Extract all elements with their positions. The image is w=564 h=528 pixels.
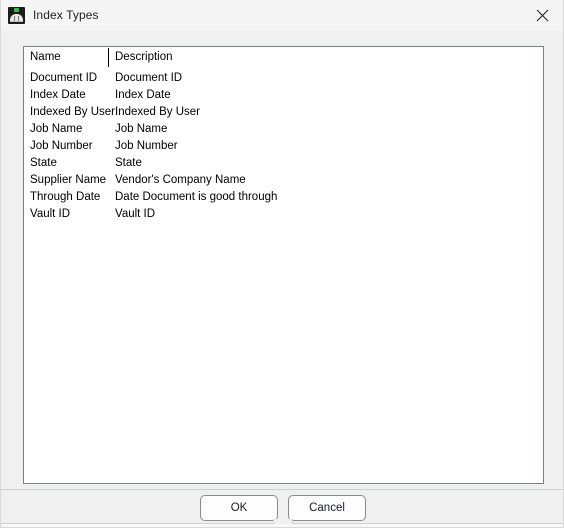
cell-name: Indexed By User	[30, 106, 116, 118]
index-types-list[interactable]: Name Description Document ID Document ID…	[23, 46, 544, 484]
column-header-name[interactable]: Name	[30, 51, 61, 63]
dialog-window: Index Types Name Description Document ID…	[0, 0, 564, 528]
cell-description: Job Name	[115, 123, 168, 135]
column-separator-2[interactable]	[543, 48, 544, 67]
cell-name: Supplier Name	[30, 174, 107, 186]
title-bar: Index Types	[1, 0, 563, 31]
cell-name: Through Date	[30, 191, 101, 203]
cell-description: Job Number	[115, 140, 178, 152]
table-row[interactable]: Index Date Index Date	[24, 87, 543, 104]
table-row[interactable]: Document ID Document ID	[24, 70, 543, 87]
table-row[interactable]: Indexed By User Indexed By User	[24, 104, 543, 121]
cell-description: Indexed By User	[115, 106, 201, 118]
column-header-description[interactable]: Description	[115, 51, 173, 63]
ok-button[interactable]: OK	[200, 495, 278, 521]
cell-name: Job Number	[30, 140, 93, 152]
close-icon	[536, 9, 549, 22]
cell-name: Document ID	[30, 72, 98, 84]
cell-description: Document ID	[115, 72, 183, 84]
table-row[interactable]: Through Date Date Document is good throu…	[24, 189, 543, 206]
column-separator-1[interactable]	[108, 48, 109, 67]
cell-description: Vendor's Company Name	[115, 174, 246, 186]
cell-name: State	[30, 157, 57, 169]
cell-description: Date Document is good through	[115, 191, 278, 203]
table-row[interactable]: Job Number Job Number	[24, 138, 543, 155]
window-bottom-notch	[273, 519, 293, 524]
window-title: Index Types	[33, 8, 99, 22]
list-rows: Document ID Document ID Index Date Index…	[24, 68, 543, 223]
table-row[interactable]: Vault ID Vault ID	[24, 206, 543, 223]
cell-name: Job Name	[30, 123, 83, 135]
cell-name: Vault ID	[30, 208, 71, 220]
close-button[interactable]	[519, 0, 563, 31]
cell-description: Index Date	[115, 89, 171, 101]
cell-description: Vault ID	[115, 208, 156, 220]
vault-dome-icon	[8, 7, 25, 24]
table-row[interactable]: State State	[24, 155, 543, 172]
cancel-button[interactable]: Cancel	[288, 495, 366, 521]
cell-name: Index Date	[30, 89, 86, 101]
list-header-row: Name Description	[24, 47, 543, 68]
table-row[interactable]: Job Name Job Name	[24, 121, 543, 138]
table-row[interactable]: Supplier Name Vendor's Company Name	[24, 172, 543, 189]
cell-description: State	[115, 157, 142, 169]
